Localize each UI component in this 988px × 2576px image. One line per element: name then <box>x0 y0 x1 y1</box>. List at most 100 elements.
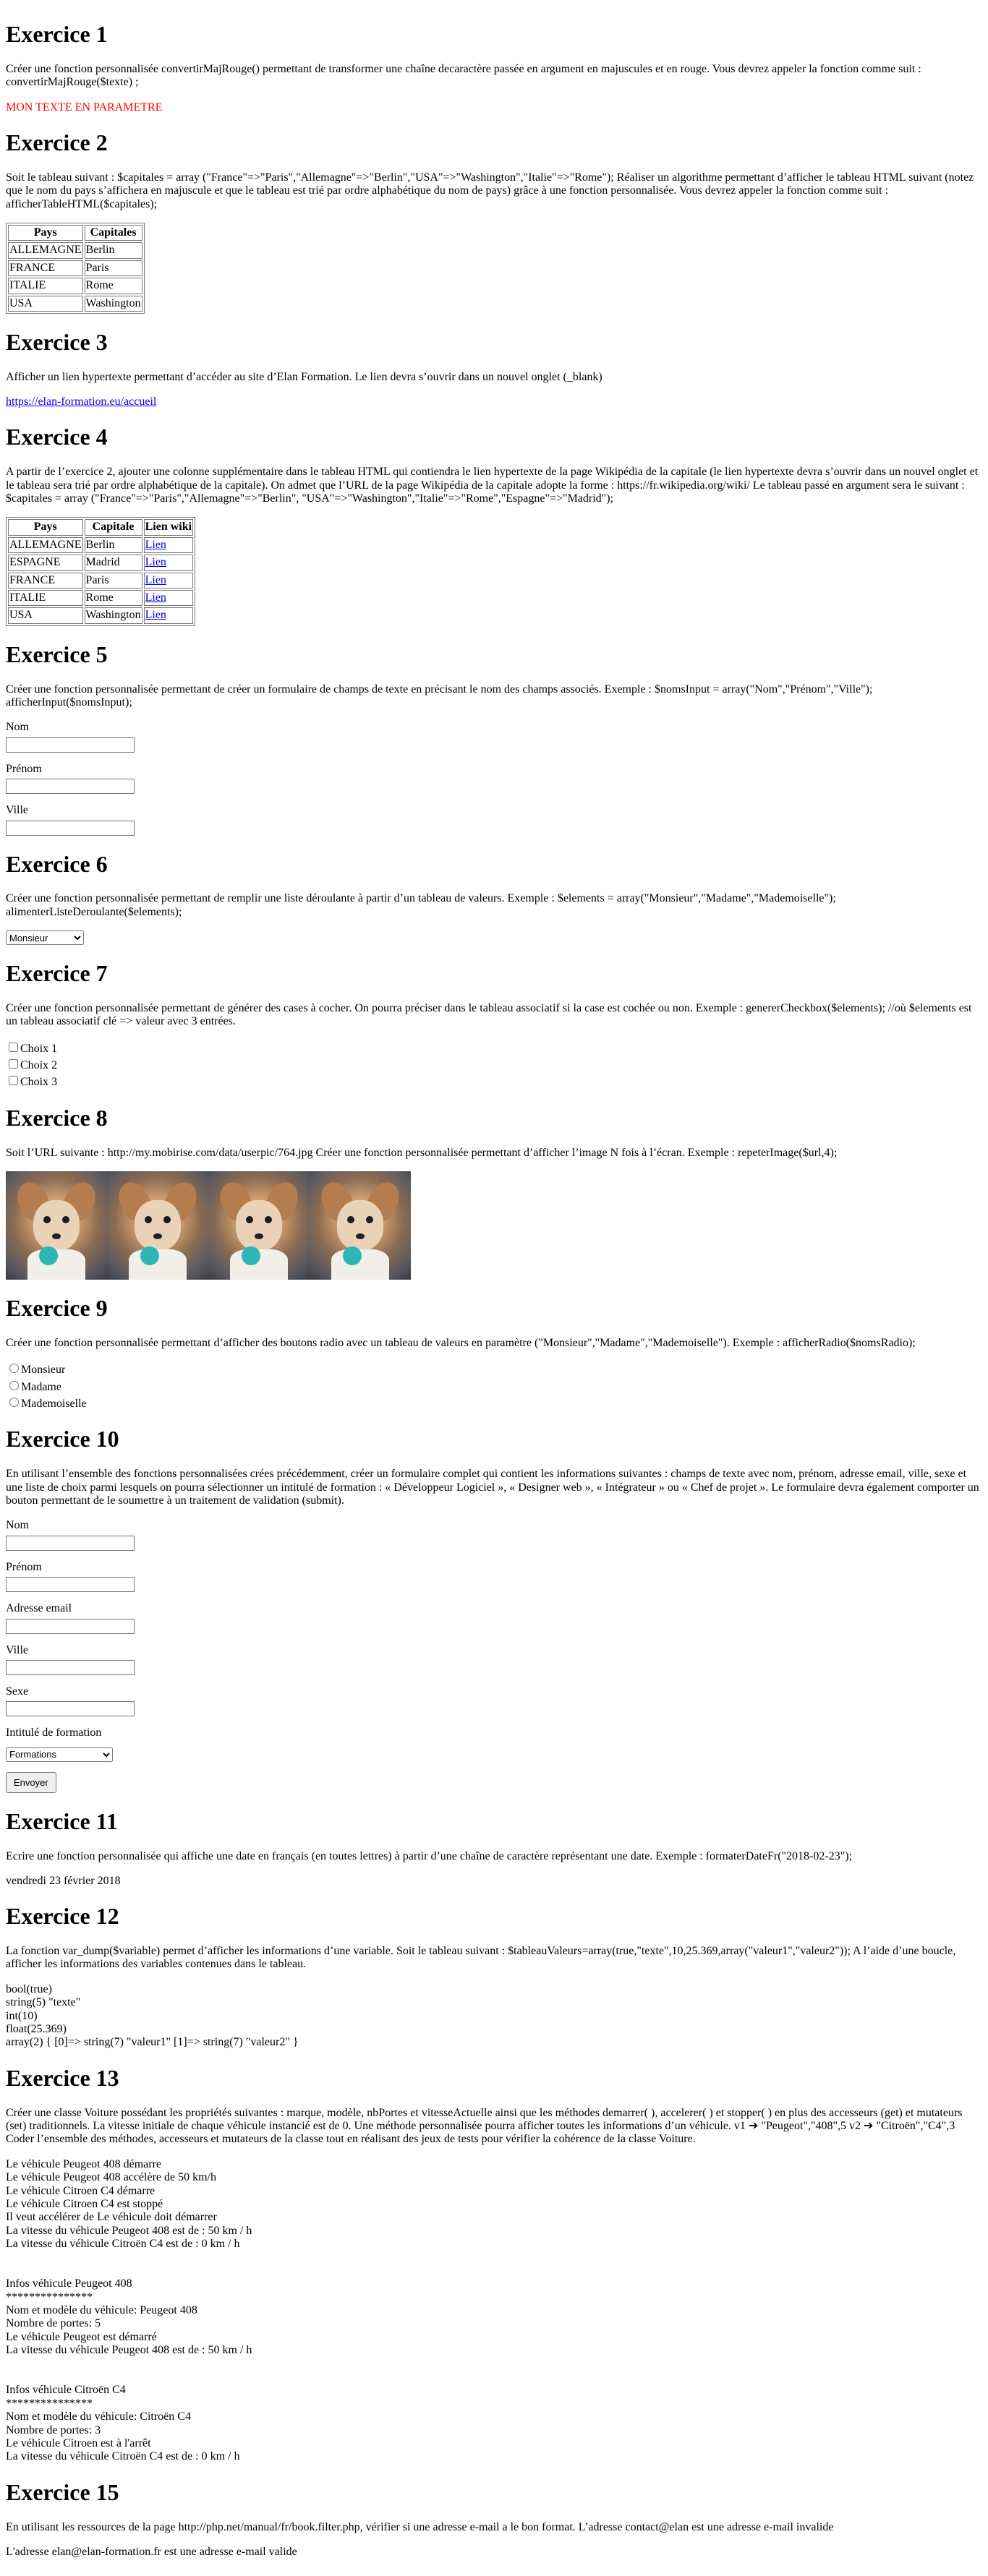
column-header: Pays <box>8 519 83 536</box>
nom-input[interactable] <box>6 737 135 753</box>
table-row: ESPAGNE Madrid Lien <box>8 555 194 571</box>
exercise-2-title: Exercice 2 <box>6 129 108 155</box>
radio-item[interactable]: Madame <box>6 1379 982 1394</box>
country-cell: FRANCE <box>8 260 83 277</box>
exercise-7-title: Exercice 7 <box>6 960 108 987</box>
radio-item[interactable]: Mademoiselle <box>6 1395 982 1411</box>
column-header: Capitale <box>84 519 142 536</box>
civility-radio[interactable] <box>9 1398 19 1408</box>
info-line: Nombre de portes: 5 <box>6 2317 101 2330</box>
wiki-link[interactable]: Lien <box>145 609 166 621</box>
table-row: USA Washington Lien <box>8 607 194 624</box>
exercise-3-title: Exercice 3 <box>6 328 108 355</box>
exercise-1-description: Créer une fonction personnalisée convert… <box>6 62 921 89</box>
dog-image <box>6 1171 107 1280</box>
checkbox-label: Choix 1 <box>20 1042 58 1055</box>
info-line: Infos véhicule Peugeot 408 <box>6 2277 132 2290</box>
ville-input[interactable] <box>6 1659 135 1675</box>
exercise-15-description: En utilisant les ressources de la page h… <box>6 2520 834 2533</box>
capital-cell: Madrid <box>84 555 142 571</box>
prenom-input[interactable] <box>6 1577 135 1593</box>
civility-select[interactable]: Monsieur <box>6 930 84 946</box>
formation-select[interactable]: Formations <box>6 1747 113 1762</box>
exercise-12-title: Exercice 12 <box>6 1903 119 1930</box>
exercise-7: Exercice 7 Créer une fonction personnali… <box>6 960 982 1090</box>
exercise-9-title: Exercice 9 <box>6 1295 108 1322</box>
output-line: float(25.369) <box>6 2023 67 2036</box>
exercise-11-result: vendredi 23 février 2018 <box>6 1874 121 1887</box>
country-cell: ITALIE <box>8 278 83 294</box>
radio-label: Monsieur <box>21 1364 66 1377</box>
exercise-5-description: Créer une fonction personnalisée permett… <box>6 682 873 709</box>
column-header: Capitales <box>84 224 142 241</box>
exercise-15-title: Exercice 15 <box>6 2478 119 2505</box>
choice-checkbox[interactable] <box>9 1076 18 1086</box>
choice-checkbox[interactable] <box>9 1059 18 1069</box>
radio-item[interactable]: Monsieur <box>6 1361 982 1377</box>
output-line: int(10) <box>6 2009 38 2022</box>
exercise-4-title: Exercice 4 <box>6 424 108 450</box>
civility-radio[interactable] <box>9 1364 19 1374</box>
country-cell: USA <box>8 295 83 312</box>
sexe-input[interactable] <box>6 1701 135 1717</box>
info-line: Nombre de portes: 3 <box>6 2423 101 2436</box>
exercise-10-title: Exercice 10 <box>6 1426 119 1452</box>
log-line: Il veut accélérer de Le véhicule doit dé… <box>6 2211 217 2224</box>
choice-checkbox[interactable] <box>9 1042 18 1052</box>
exercise-10-description: En utilisant l’ensemble des fonctions pe… <box>6 1468 979 1507</box>
log-line: Le véhicule Peugeot 408 démarre <box>6 2157 162 2170</box>
dog-image <box>107 1171 208 1280</box>
table-row: FRANCE Paris Lien <box>8 572 194 589</box>
exercise-13-description: Créer une classe Voiture possédant les p… <box>6 2106 963 2146</box>
exercise-8-description: Soit l’URL suivante : http://my.mobirise… <box>6 1146 838 1159</box>
log-line: Le véhicule Citroen C4 est stoppé <box>6 2197 163 2210</box>
checkbox-item[interactable]: Choix 3 <box>6 1074 982 1089</box>
dog-image <box>310 1171 411 1280</box>
exercise-2-description: Soit le tableau suivant : $capitales = a… <box>6 171 974 210</box>
output-line: array(2) { [0]=> string(7) "valeur1" [1]… <box>6 2036 299 2049</box>
field-label: Prénom <box>6 762 42 775</box>
field-label: Sexe <box>6 1685 29 1698</box>
column-header: Pays <box>8 224 83 241</box>
country-cell: ALLEMAGNE <box>8 536 83 554</box>
capitals-table: Pays Capitales ALLEMAGNE Berlin FRANCE P… <box>6 222 145 314</box>
ville-input[interactable] <box>6 820 135 836</box>
wiki-link[interactable]: Lien <box>145 591 166 604</box>
nom-input[interactable] <box>6 1535 135 1551</box>
info-line: Nom et modèle du véhicule: Citroën C4 <box>6 2410 191 2423</box>
info-line: La vitesse du véhicule Peugeot 408 est d… <box>6 2344 252 2357</box>
submit-button[interactable]: Envoyer <box>6 1771 56 1793</box>
exercise-15-result: L'adresse elan@elan-formation.fr est une… <box>6 2545 297 2558</box>
email-input[interactable] <box>6 1618 135 1634</box>
civility-radio[interactable] <box>9 1380 19 1390</box>
elan-formation-link[interactable]: https://elan-formation.eu/accueil <box>6 395 156 408</box>
table-row: USA Washington <box>8 295 142 312</box>
wiki-link[interactable]: Lien <box>145 539 166 551</box>
exercise-6-title: Exercice 6 <box>6 850 108 877</box>
output-line: string(5) "texte" <box>6 1996 81 2009</box>
test-log: Le véhicule Peugeot 408 démarre Le véhic… <box>6 2158 982 2251</box>
country-cell: USA <box>8 607 83 624</box>
checkbox-item[interactable]: Choix 1 <box>6 1040 982 1056</box>
country-cell: ESPAGNE <box>8 555 83 571</box>
capital-cell: Rome <box>84 278 142 294</box>
exercise-8-title: Exercice 8 <box>6 1104 108 1131</box>
exercise-1-result: MON TEXTE EN PARAMETRE <box>6 100 163 114</box>
capitals-wiki-table: Pays Capitale Lien wiki ALLEMAGNE Berlin… <box>6 517 196 626</box>
checkbox-item[interactable]: Choix 2 <box>6 1057 982 1072</box>
prenom-input[interactable] <box>6 779 135 795</box>
log-line: La vitesse du véhicule Citroën C4 est de… <box>6 2238 240 2251</box>
info-line: Le véhicule Peugeot est démarré <box>6 2330 157 2343</box>
capital-cell: Paris <box>84 260 142 277</box>
exercise-9: Exercice 9 Créer une fonction personnali… <box>6 1295 982 1411</box>
info-line: Infos véhicule Citroën C4 <box>6 2384 126 2397</box>
wiki-link[interactable]: Lien <box>145 556 166 568</box>
field-label: Nom <box>6 1519 29 1532</box>
wiki-link[interactable]: Lien <box>145 574 166 586</box>
repeated-images <box>6 1171 982 1280</box>
capital-cell: Berlin <box>84 536 142 554</box>
exercise-9-description: Créer une fonction personnalisée permett… <box>6 1336 916 1349</box>
info-line: *************** <box>6 2397 93 2410</box>
vehicle-info-citroen: Infos véhicule Citroën C4 **************… <box>6 2384 982 2463</box>
info-line: *************** <box>6 2290 93 2303</box>
